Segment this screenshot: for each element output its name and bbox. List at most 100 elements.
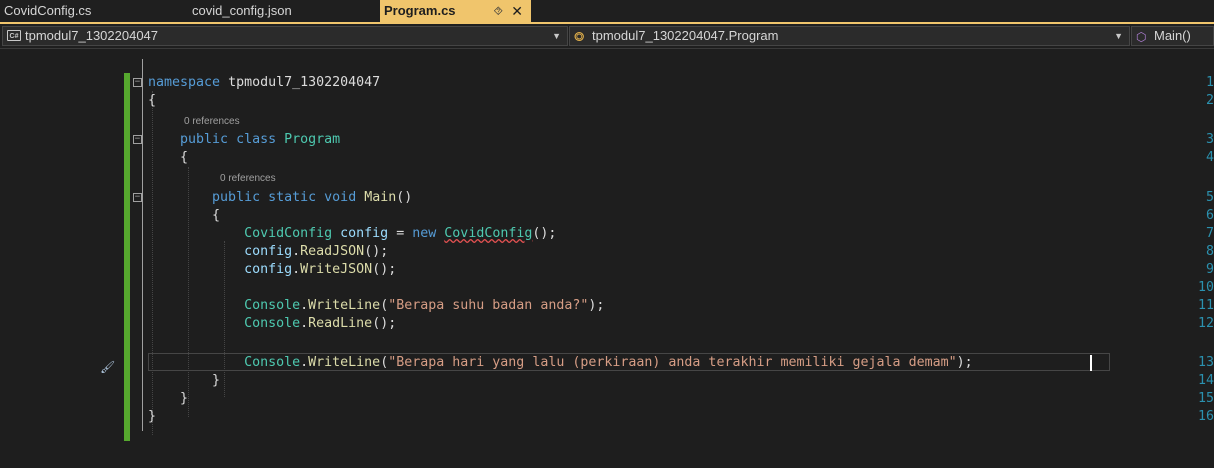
chevron-down-icon: ▼ [552, 31, 561, 41]
method-name: WriteLine [308, 355, 381, 370]
code-text: Console.WriteLine("Berapa suhu badan and… [148, 297, 604, 315]
code-line: 9 config.WriteJSON(); [0, 261, 1214, 279]
method-name: Main [364, 190, 397, 205]
line-number: 10 [1197, 280, 1214, 295]
punctuation: (); [372, 316, 397, 331]
code-line: 4 { [0, 149, 1214, 167]
line-number: 13 [1197, 355, 1214, 370]
code-line: 6 { [0, 207, 1214, 225]
fold-toggle[interactable]: − [133, 193, 142, 202]
variable-name: config [340, 226, 389, 241]
keyword: class [236, 132, 277, 147]
brace: } [212, 373, 221, 388]
string-literal: "Berapa hari yang lalu (perkiraan) anda … [388, 355, 957, 370]
type-name: Console [244, 298, 301, 313]
line-number: 2 [1205, 93, 1214, 108]
tab-label: covid_config.json [192, 3, 292, 18]
code-text: Console.ReadLine(); [148, 315, 396, 333]
dot: . [300, 355, 309, 370]
type-name-error: CovidConfig [444, 226, 533, 241]
line-number: 9 [1205, 262, 1214, 277]
brace: } [148, 409, 157, 424]
fold-toggle[interactable]: − [133, 135, 142, 144]
brace: { [212, 208, 221, 223]
punctuation: (); [364, 244, 389, 259]
punctuation: ); [588, 298, 605, 313]
project-dropdown-label: tpmodul7_1302204047 [25, 28, 159, 43]
code-line: 14 } [0, 372, 1214, 390]
tab-label: Program.cs [384, 3, 456, 18]
csharp-project-icon: C# [7, 30, 21, 41]
tab-program-cs[interactable]: Program.cs ⯑ ✕ [380, 0, 531, 22]
code-text: { [148, 92, 156, 110]
class-name: Program [284, 132, 341, 147]
text-cursor [1090, 355, 1092, 371]
code-line: 5 − public static void Main() [0, 189, 1214, 207]
line-number: 8 [1205, 244, 1214, 259]
codelens-references[interactable]: 0 references [184, 115, 240, 129]
code-editor[interactable]: 🖌 1 − namespace tpmodul7_1302204047 2 { … [0, 49, 1214, 468]
punctuation: (); [372, 262, 397, 277]
code-text: config.ReadJSON(); [148, 243, 388, 261]
parens: () [396, 190, 413, 205]
line-number: 3 [1205, 132, 1214, 147]
project-dropdown[interactable]: C# tpmodul7_1302204047 ▼ [2, 26, 568, 46]
method-cube-icon: ⬡ [1136, 30, 1147, 44]
method-name: ReadLine [308, 316, 373, 331]
string-literal: "Berapa suhu badan anda?" [388, 298, 589, 313]
code-text: } [148, 372, 220, 390]
pin-icon[interactable]: ⯑ [494, 0, 503, 22]
line-number: 11 [1197, 298, 1214, 313]
code-text: { [148, 149, 188, 167]
codelens-references[interactable]: 0 references [220, 172, 276, 186]
chevron-down-icon: ▼ [1114, 31, 1123, 41]
method-name: WriteJSON [300, 262, 373, 277]
brace: } [180, 391, 189, 406]
code-line: 16 } [0, 408, 1214, 426]
line-number: 4 [1205, 150, 1214, 165]
punctuation: (); [532, 226, 557, 241]
fold-toggle[interactable]: − [133, 78, 142, 87]
class-icon: ⭗ [574, 29, 585, 44]
tab-covid-config-json[interactable]: covid_config.json [188, 0, 374, 22]
dot: . [292, 262, 301, 277]
code-line: 12 Console.ReadLine(); [0, 315, 1214, 333]
line-number: 1 [1205, 75, 1214, 90]
brace: { [148, 93, 157, 108]
line-number: 15 [1197, 391, 1214, 406]
keyword: public [212, 190, 261, 205]
keyword: namespace [148, 75, 221, 90]
tab-covidconfig-cs[interactable]: CovidConfig.cs [0, 0, 180, 22]
code-line: 11 Console.WriteLine("Berapa suhu badan … [0, 297, 1214, 315]
line-number: 5 [1205, 190, 1214, 205]
code-line: 15 } [0, 390, 1214, 408]
code-line: 1 − namespace tpmodul7_1302204047 [0, 74, 1214, 92]
line-number: 14 [1197, 373, 1214, 388]
tab-bar: CovidConfig.cs covid_config.json Program… [0, 0, 1214, 22]
member-dropdown[interactable]: ⬡ Main() [1131, 26, 1214, 46]
code-line: 8 config.ReadJSON(); [0, 243, 1214, 261]
code-text: public class Program [148, 131, 340, 149]
dot: . [300, 316, 309, 331]
type-name: Console [244, 355, 301, 370]
code-text: { [148, 207, 220, 225]
code-text: Console.WriteLine("Berapa hari yang lalu… [148, 354, 973, 372]
class-dropdown[interactable]: ⭗ tpmodul7_1302204047.Program ▼ [569, 26, 1130, 46]
class-dropdown-label: tpmodul7_1302204047.Program [592, 28, 779, 43]
variable-name: config [244, 262, 293, 277]
code-text: public static void Main() [148, 189, 412, 207]
dot: . [292, 244, 301, 259]
tab-label: CovidConfig.cs [4, 3, 92, 18]
code-text: config.WriteJSON(); [148, 261, 396, 279]
namespace-name: tpmodul7_1302204047 [228, 75, 381, 90]
member-dropdown-label: Main() [1154, 28, 1191, 43]
type-name: CovidConfig [244, 226, 333, 241]
code-line: 10 [0, 279, 1214, 297]
close-icon[interactable]: ✕ [511, 0, 523, 22]
line-number: 7 [1205, 226, 1214, 241]
brace: { [180, 150, 189, 165]
keyword: public [180, 132, 229, 147]
keyword: new [412, 226, 437, 241]
line-number: 6 [1205, 208, 1214, 223]
code-line: 7 CovidConfig config = new CovidConfig()… [0, 225, 1214, 243]
